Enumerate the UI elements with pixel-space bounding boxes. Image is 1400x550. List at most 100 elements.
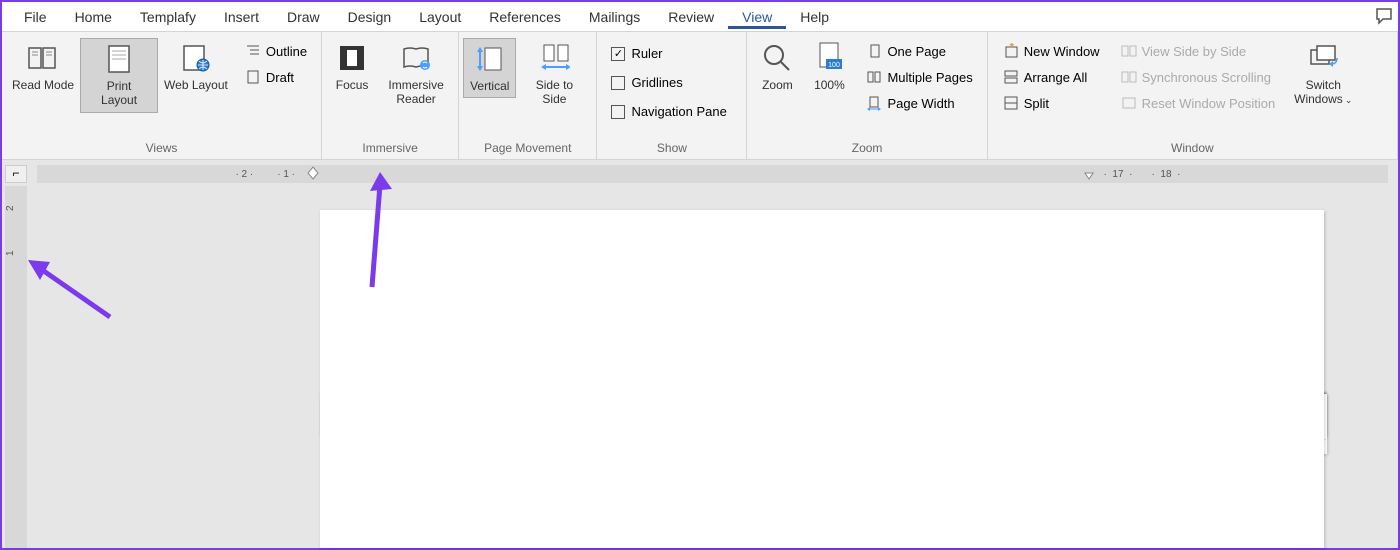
vertical-ruler[interactable]: 211234 [5,186,27,548]
draft-icon [244,68,262,86]
label: Outline [266,44,307,59]
group-immersive: Focus Immersive Reader Immersive [322,32,459,159]
split-button[interactable]: Split [996,92,1106,114]
comments-icon[interactable] [1374,6,1394,26]
book-open-icon [27,42,59,74]
label: Vertical [470,79,509,93]
page-width-button[interactable]: Page Width [859,92,978,114]
menu-draw[interactable]: Draw [273,5,334,29]
label: Side to Side [522,78,586,107]
switch-windows-button[interactable]: Switch Windows⌄ [1285,38,1361,111]
group-label: Show [601,139,742,159]
group-window: ✦ New Window Arrange All Split View Side… [988,32,1398,159]
immersive-reader-icon [400,42,432,74]
label: Switch Windows⌄ [1291,78,1355,107]
label: Immersive Reader [384,78,448,107]
page-width-icon [865,94,883,112]
label: One Page [887,44,946,59]
reset-window-icon [1120,94,1138,112]
menu-references[interactable]: References [475,5,575,29]
outline-button[interactable]: Outline [238,40,313,62]
synchronous-scrolling-button: Synchronous Scrolling [1114,66,1282,88]
label: Draft [266,70,294,85]
view-side-by-side-button: View Side by Side [1114,40,1282,62]
document-page[interactable] [320,210,1324,548]
label: Focus [336,78,369,92]
horizontal-ruler[interactable]: · 2 · · 1 · · 1 ·· 2 ·· 3 ·· 4 ·· 5 ·· 6… [37,165,1388,183]
svg-text:100: 100 [829,62,841,69]
menubar: FileHomeTemplafyInsertDrawDesignLayoutRe… [2,2,1398,32]
menu-home[interactable]: Home [61,5,126,29]
label: Arrange All [1024,70,1088,85]
new-window-icon: ✦ [1002,42,1020,60]
vertical-button[interactable]: Vertical [463,38,516,98]
label: View Side by Side [1142,44,1247,59]
arrange-all-button[interactable]: Arrange All [996,66,1106,88]
label: Web Layout [164,78,228,92]
menu-review[interactable]: Review [654,5,728,29]
ribbon: Read Mode Print Layout Web Layout Outlin… [2,32,1398,160]
menu-layout[interactable]: Layout [405,5,475,29]
print-layout-button[interactable]: Print Layout [80,38,158,113]
label: Ruler [631,46,662,61]
draft-button[interactable]: Draft [238,66,313,88]
label: Zoom [762,78,793,92]
page-icon [103,43,135,75]
side-to-side-button[interactable]: Side to Side [516,38,592,111]
menu-file[interactable]: File [10,5,61,29]
menu-mailings[interactable]: Mailings [575,5,654,29]
focus-button[interactable]: Focus [326,38,378,96]
one-page-button[interactable]: One Page [859,40,978,62]
multiple-pages-button[interactable]: Multiple Pages [859,66,978,88]
label: Gridlines [631,75,682,90]
ruler-checkbox[interactable]: ✓ Ruler [605,44,732,63]
checkbox-icon: ✓ [611,47,625,61]
outline-icon [244,42,262,60]
reset-window-position-button: Reset Window Position [1114,92,1282,114]
chevron-down-icon: ⌄ [1345,95,1353,105]
checkbox-icon [611,76,625,90]
group-label: Window [992,139,1393,159]
zoom-100-button[interactable]: 100 100% [803,38,855,96]
group-label: Page Movement [463,139,592,159]
side-by-side-icon [1120,42,1138,60]
group-label: Immersive [326,139,454,159]
label: Multiple Pages [887,70,972,85]
new-window-button[interactable]: ✦ New Window [996,40,1106,62]
menu-design[interactable]: Design [334,5,406,29]
page-100-icon: 100 [813,42,845,74]
label: Navigation Pane [631,104,726,119]
one-page-icon [865,42,883,60]
svg-text:✦: ✦ [1008,43,1016,50]
group-zoom: Zoom 100 100% One Page Multiple Pages Pa… [747,32,987,159]
group-page-movement: Vertical Side to Side Page Movement [459,32,597,159]
switch-windows-icon [1307,42,1339,74]
web-layout-button[interactable]: Web Layout [158,38,234,96]
label: Page Width [887,96,954,111]
gridlines-checkbox[interactable]: Gridlines [605,73,732,92]
ruler-corner[interactable]: ⌐ [5,165,27,183]
label: Split [1024,96,1049,111]
label: Synchronous Scrolling [1142,70,1271,85]
focus-icon [336,42,368,74]
group-label: Zoom [751,139,982,159]
multiple-pages-icon [865,68,883,86]
menu-help[interactable]: Help [786,5,843,29]
horizontal-scroll-icon [538,42,570,74]
menu-templafy[interactable]: Templafy [126,5,210,29]
label: 100% [814,78,845,92]
ruler-area: ⌐ · 2 · · 1 · · 1 ·· 2 ·· 3 ·· 4 ·· 5 ··… [2,162,1398,182]
navigation-pane-checkbox[interactable]: Navigation Pane [605,102,732,121]
checkbox-icon [611,105,625,119]
vertical-scroll-icon [474,43,506,75]
menu-insert[interactable]: Insert [210,5,273,29]
immersive-reader-button[interactable]: Immersive Reader [378,38,454,111]
arrange-all-icon [1002,68,1020,86]
sync-scroll-icon [1120,68,1138,86]
menu-view[interactable]: View [728,5,786,29]
zoom-button[interactable]: Zoom [751,38,803,96]
group-views: Read Mode Print Layout Web Layout Outlin… [2,32,322,159]
annotation-arrow-2 [20,252,120,332]
read-mode-button[interactable]: Read Mode [6,38,80,96]
web-page-icon [180,42,212,74]
